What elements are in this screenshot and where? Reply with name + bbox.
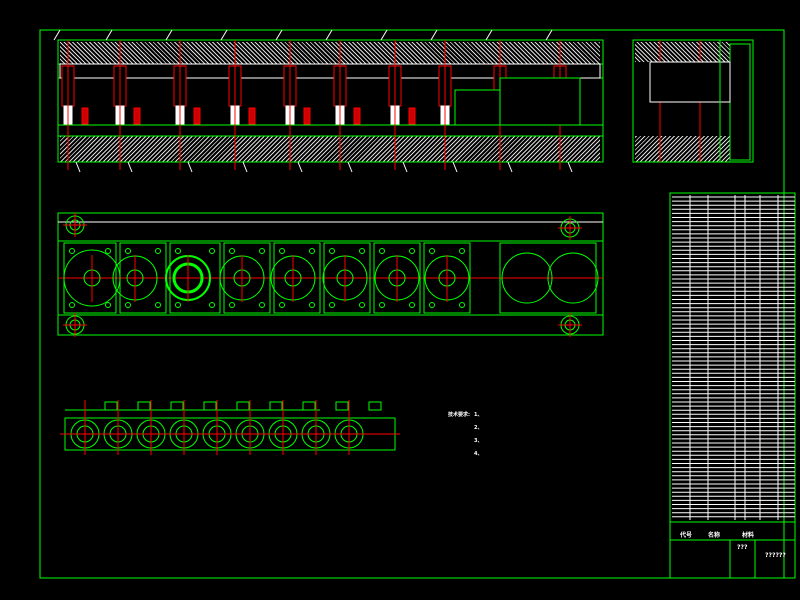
note-2: 2、 [474, 425, 483, 431]
screw-hole-5-4 [309, 302, 315, 308]
leader-1 [53, 29, 61, 41]
stripper-plate [59, 63, 601, 79]
guide-pin-4 [248, 107, 256, 125]
leader-bottom-10 [567, 161, 573, 173]
leader-bottom-8 [452, 161, 458, 173]
guide-pin-5 [303, 107, 311, 125]
leader-bottom-5 [297, 161, 303, 173]
strip-tab-1 [104, 401, 118, 411]
guide-pin-2 [133, 107, 141, 125]
leader-6 [325, 29, 333, 41]
guide-pin-7 [408, 107, 416, 125]
screw-hole-2-3 [125, 302, 131, 308]
leader-bottom-7 [402, 161, 408, 173]
guide-pin-6 [353, 107, 361, 125]
screw-hole-5-1 [279, 248, 285, 254]
screw-hole-3-4 [209, 302, 215, 308]
notes-heading: 技术要求: [448, 412, 470, 418]
plan-view-outline [57, 212, 604, 336]
screw-hole-3-1 [175, 248, 181, 254]
screw-hole-7-4 [409, 302, 415, 308]
screw-hole-3-2 [209, 248, 215, 254]
leader-8 [430, 29, 438, 41]
screw-hole-8-4 [459, 302, 465, 308]
stripper-end-section [499, 77, 581, 126]
leader-bottom-9 [507, 161, 513, 173]
strip-tab-4 [203, 401, 217, 411]
side-guide-post [729, 43, 751, 161]
side-punch-holder [649, 61, 731, 103]
leader-2 [105, 29, 113, 41]
title-block-title: ??? [737, 544, 748, 551]
strip-tab-3 [170, 401, 184, 411]
screw-hole-7-3 [379, 302, 385, 308]
guide-pin-3 [193, 107, 201, 125]
note-1: 1、 [474, 412, 483, 418]
screw-hole-4-2 [259, 248, 265, 254]
strip-tab-8 [335, 401, 349, 411]
screw-hole-7-1 [379, 248, 385, 254]
strip-tab-9 [368, 401, 382, 411]
leader-7 [380, 29, 388, 41]
screw-hole-3-3 [175, 302, 181, 308]
screw-hole-5-2 [309, 248, 315, 254]
strip-tab-6 [269, 401, 283, 411]
title-block-drawing-no: ?????? [765, 552, 786, 559]
leader-9 [485, 29, 493, 41]
title-block-header-code: 代号 [680, 532, 693, 539]
screw-hole-2-1 [125, 248, 131, 254]
screw-hole-8-1 [429, 248, 435, 254]
leader-10 [545, 29, 553, 41]
screw-hole-5-3 [279, 302, 285, 308]
strip-tab-5 [236, 401, 250, 411]
screw-hole-6-1 [329, 248, 335, 254]
leader-bottom-2 [127, 161, 133, 173]
leader-5 [275, 29, 283, 41]
title-block-header-material: 材料 [742, 532, 755, 539]
screw-hole-1-2 [105, 248, 111, 254]
note-3: 3、 [474, 438, 483, 444]
screw-hole-1-1 [69, 248, 75, 254]
title-block-header-name: 名称 [708, 532, 721, 539]
title-block [669, 539, 796, 579]
screw-hole-4-3 [229, 302, 235, 308]
leader-bottom-4 [242, 161, 248, 173]
note-4: 4、 [474, 451, 483, 457]
screw-hole-2-2 [155, 248, 161, 254]
screw-hole-6-2 [359, 248, 365, 254]
screw-hole-8-2 [459, 248, 465, 254]
leader-3 [165, 29, 173, 41]
leader-bottom-1 [75, 161, 81, 173]
screw-hole-4-1 [229, 248, 235, 254]
screw-hole-7-2 [409, 248, 415, 254]
strip-tab-7 [302, 401, 316, 411]
screw-hole-6-4 [359, 302, 365, 308]
screw-hole-6-3 [329, 302, 335, 308]
leader-bottom-3 [187, 161, 193, 173]
screw-hole-8-3 [429, 302, 435, 308]
screw-hole-4-4 [259, 302, 265, 308]
screw-hole-1-4 [105, 302, 111, 308]
leader-bottom-6 [347, 161, 353, 173]
cad-drawing [39, 29, 796, 579]
die-block [454, 89, 501, 126]
screw-hole-2-4 [155, 302, 161, 308]
leader-4 [220, 29, 228, 41]
strip-tab-2 [137, 401, 151, 411]
guide-pin-1 [81, 107, 89, 125]
screw-hole-1-3 [69, 302, 75, 308]
